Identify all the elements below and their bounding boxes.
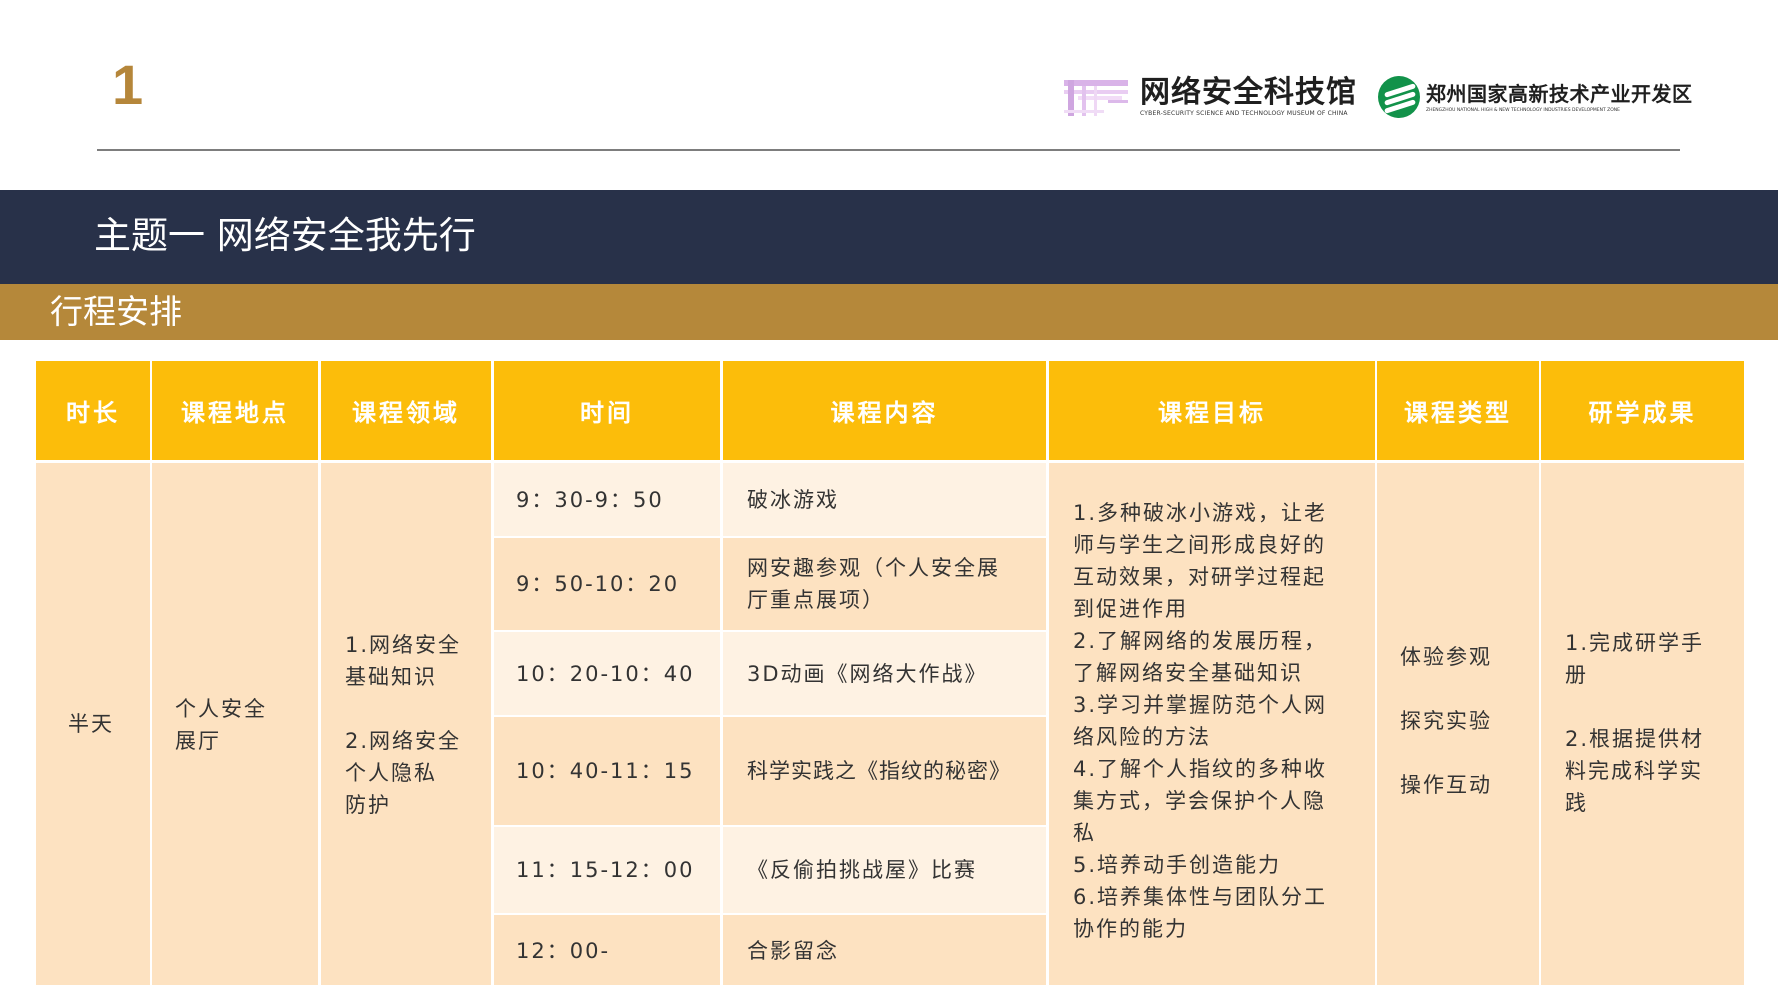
table-row-content-5: 合影留念 — [723, 915, 1046, 985]
table-row-time-4: 11：15-12：00 — [494, 827, 720, 913]
location-cell: 个人安全 展厅 — [152, 463, 318, 985]
content-text: 网安趣参观（个人安全展 厅重点展项） — [747, 556, 1000, 612]
time-text: 9：50-10：20 — [516, 572, 680, 596]
table-row-content-0: 破冰游戏 — [723, 463, 1046, 536]
table-row-content-1: 网安趣参观（个人安全展 厅重点展项） — [723, 538, 1046, 630]
museum-logo-name: 网络安全科技馆 — [1140, 75, 1357, 110]
content-text: 3D动画《网络大作战》 — [747, 662, 988, 686]
table-row-content-4: 《反偷拍挑战屋》比赛 — [723, 827, 1046, 913]
domain-text: 1.网络安全 基础知识 2.网络安全 个人隐私 防护 — [345, 633, 462, 817]
outcomes-cell: 1.完成研学手 册 2.根据提供材 料完成科学实 践 — [1541, 463, 1744, 985]
table-row-content-2: 3D动画《网络大作战》 — [723, 632, 1046, 715]
top-divider — [97, 149, 1680, 151]
content-text: 科学实践之《指纹的秘密》 — [747, 759, 1011, 783]
time-text: 10：20-10：40 — [516, 662, 695, 686]
schedule-title: 行程安排 — [50, 292, 182, 331]
time-text: 10：40-11：15 — [516, 759, 695, 783]
museum-logo-english: CYBER-SECURITY SCIENCE AND TECHNOLOGY MU… — [1140, 110, 1348, 117]
theme-title: 主题一 网络安全我先行 — [94, 214, 476, 257]
content-text: 《反偷拍挑战屋》比赛 — [747, 858, 977, 882]
objectives-text: 1.多种破冰小游戏，让老 师与学生之间形成良好的 互动效果，对研学过程起 到促进… — [1073, 501, 1328, 941]
content-text: 破冰游戏 — [747, 488, 839, 512]
zone-logo: 郑州国家高新技术产业开发区 ZHENGZHOU NATIONAL HIGH & … — [1378, 74, 1693, 120]
course-type-cell: 体验参观 探究实验 操作互动 — [1377, 463, 1539, 985]
header-location: 课程地点 — [152, 361, 318, 460]
outcomes-text: 1.完成研学手 册 2.根据提供材 料完成科学实 践 — [1565, 631, 1705, 815]
header-objectives: 课程目标 — [1049, 361, 1375, 460]
theme-banner: 主题一 网络安全我先行 — [0, 190, 1778, 284]
time-text: 11：15-12：00 — [516, 858, 695, 882]
time-text: 12：00- — [516, 939, 611, 963]
course-type-text: 体验参观 探究实验 操作互动 — [1400, 645, 1492, 797]
domain-cell: 1.网络安全 基础知识 2.网络安全 个人隐私 防护 — [321, 463, 491, 985]
museum-logo-icon — [1064, 74, 1134, 120]
content-text: 合影留念 — [747, 939, 839, 963]
table-row-time-1: 9：50-10：20 — [494, 538, 720, 630]
header-duration: 时长 — [36, 361, 150, 460]
table-row-time-5: 12：00- — [494, 915, 720, 985]
table-row-time-2: 10：20-10：40 — [494, 632, 720, 715]
table-row-time-3: 10：40-11：15 — [494, 717, 720, 825]
page-number: 1 — [112, 53, 144, 116]
header-content: 课程内容 — [723, 361, 1046, 460]
duration-cell: 半天 — [36, 463, 150, 985]
time-text: 9：30-9：50 — [516, 488, 664, 512]
zone-logo-icon — [1378, 76, 1420, 118]
objectives-cell: 1.多种破冰小游戏，让老 师与学生之间形成良好的 互动效果，对研学过程起 到促进… — [1049, 463, 1375, 985]
header-domain: 课程领域 — [321, 361, 491, 460]
zone-logo-name: 郑州国家高新技术产业开发区 — [1426, 81, 1693, 106]
schedule-banner: 行程安排 — [0, 284, 1778, 340]
location-text: 个人安全 展厅 — [175, 697, 267, 753]
table-row-content-3: 科学实践之《指纹的秘密》 — [723, 717, 1046, 825]
header-course-type: 课程类型 — [1377, 361, 1539, 460]
museum-logo: 网络安全科技馆 CYBER-SECURITY SCIENCE AND TECHN… — [1064, 72, 1357, 122]
table-row-time-0: 9：30-9：50 — [494, 463, 720, 536]
header-outcomes: 研学成果 — [1541, 361, 1744, 460]
zone-logo-english: ZHENGZHOU NATIONAL HIGH & NEW TECHNOLOGY… — [1426, 107, 1620, 113]
header-time: 时间 — [494, 361, 720, 460]
duration-text: 半天 — [68, 712, 114, 736]
